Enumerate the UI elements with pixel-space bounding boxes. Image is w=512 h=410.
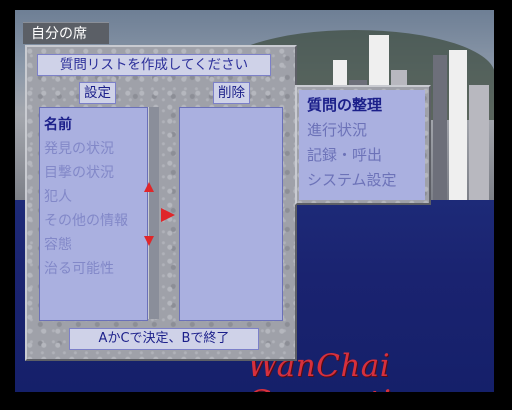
list-item-question[interactable]: その他の情報 [44, 212, 128, 230]
game-screen: WanChai Connection 自分の席 質問リストを作成してください 設… [15, 10, 494, 392]
selected-questions-list[interactable] [179, 107, 283, 321]
building-shape [433, 55, 447, 200]
controls-hint: AかCで決定、Bで終了 [69, 328, 259, 350]
move-right-arrow-icon[interactable] [161, 208, 175, 222]
scroll-down-arrow-icon[interactable] [144, 236, 154, 246]
menu-item-organize-questions[interactable]: 質問の整理 [307, 94, 382, 116]
building-shape [449, 50, 467, 200]
menu-item-progress[interactable]: 進行状況 [307, 119, 367, 141]
list-item-question[interactable]: 容態 [44, 236, 72, 254]
list-item-question[interactable]: 名前 [44, 116, 72, 134]
list-item-question[interactable]: 治る可能性 [44, 260, 114, 278]
menu-item-system-settings[interactable]: システム設定 [307, 169, 397, 191]
available-questions-list: 名前 発見の状況 目撃の状況 犯人 その他の情報 容態 治る可能性 [39, 107, 148, 321]
list-scrollbar[interactable] [148, 107, 159, 319]
scroll-up-arrow-icon[interactable] [144, 182, 154, 192]
building-shape [469, 85, 489, 200]
list-item-question[interactable]: 犯人 [44, 188, 72, 206]
delete-column-header[interactable]: 削除 [213, 82, 250, 104]
menu-item-save-load[interactable]: 記録・呼出 [307, 144, 382, 166]
list-item-question[interactable]: 発見の状況 [44, 140, 114, 158]
panel-title: 質問リストを作成してください [37, 54, 271, 76]
screen-tab-label: 自分の席 [23, 22, 109, 44]
list-item-question[interactable]: 目撃の状況 [44, 164, 114, 182]
settings-column-header[interactable]: 設定 [79, 82, 116, 104]
side-menu: 質問の整理 進行状況 記録・呼出 システム設定 [299, 90, 425, 200]
